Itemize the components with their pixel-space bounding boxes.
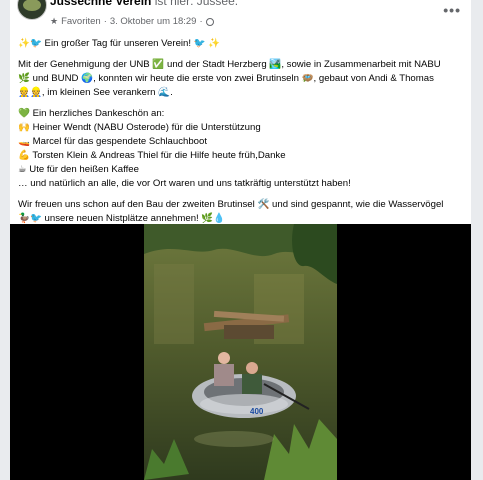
author-line: Jüssechhe Verein ist hier: Jüssee. bbox=[50, 0, 238, 8]
video-frame[interactable]: 400 bbox=[144, 224, 337, 480]
post-meta: ★ Favoriten · 3. Oktober um 18:29 · bbox=[50, 16, 214, 27]
ripples bbox=[194, 431, 274, 447]
boat-number: 400 bbox=[250, 407, 264, 416]
text-line: … und natürlich an alle, die vor Ort war… bbox=[18, 178, 351, 189]
text-line: Mit der Genehmigung der UNB ✅ und der St… bbox=[18, 59, 441, 70]
favorites-label[interactable]: Favoriten bbox=[61, 16, 101, 27]
post-card: Jüssechhe Verein ist hier: Jüssee. ★ Fav… bbox=[10, 0, 471, 480]
globe-icon bbox=[205, 17, 214, 26]
post-media[interactable]: 400 bbox=[10, 224, 471, 480]
meta-separator: · bbox=[103, 16, 107, 27]
text-line: 🚤 Marcel für das gespendete Schlauchboot bbox=[18, 136, 208, 147]
text-line: Wir freuen uns schon auf den Bau der zwe… bbox=[18, 199, 444, 210]
post-text: ✨🐦 Ein großer Tag für unseren Verein! 🐦 … bbox=[18, 37, 468, 226]
meta-separator-2: · bbox=[199, 16, 203, 27]
avatar-logo bbox=[23, 0, 41, 11]
text-line: 🌿 und BUND 🌍, konnten wir heute die erst… bbox=[18, 73, 434, 84]
text-line: 💪 Torsten Klein & Andreas Thiel für die … bbox=[18, 150, 286, 161]
video-scene: 400 bbox=[144, 224, 337, 480]
more-options-button[interactable]: ••• bbox=[443, 2, 461, 18]
reflection bbox=[154, 264, 194, 344]
text-line: ☕ Ute für den heißen Kaffee bbox=[18, 164, 139, 175]
author-location[interactable]: ist hier: Jüssee. bbox=[155, 0, 238, 8]
text-line: 🙌 Heiner Wendt (NABU Osterode) für die U… bbox=[18, 122, 261, 133]
star-icon: ★ bbox=[50, 16, 59, 26]
text-line: ✨🐦 Ein großer Tag für unseren Verein! 🐦 … bbox=[18, 38, 221, 49]
text-line: 👷👷, im kleinen See verankern 🌊. bbox=[18, 87, 173, 98]
post-date[interactable]: 3. Oktober um 18:29 bbox=[110, 16, 197, 27]
text-line: 💚 Ein herzliches Dankeschön an: bbox=[18, 108, 165, 119]
author-name[interactable]: Jüssechhe Verein bbox=[50, 0, 151, 8]
post-header: Jüssechhe Verein ist hier: Jüssee. ★ Fav… bbox=[10, 0, 471, 30]
avatar[interactable] bbox=[17, 0, 47, 20]
